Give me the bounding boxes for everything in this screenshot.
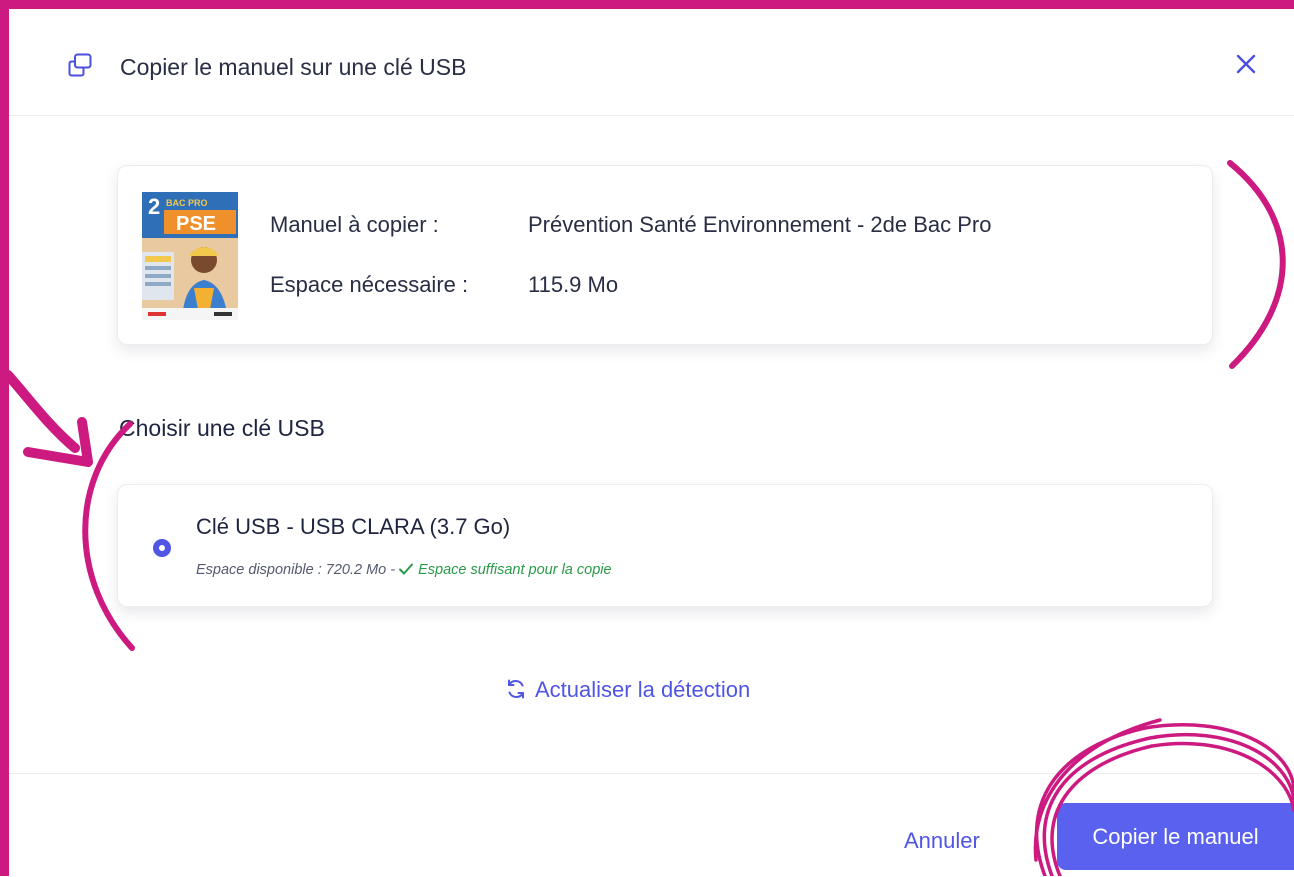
copy-to-usb-dialog: Copier le manuel sur une clé USB 2 BAC P… bbox=[9, 9, 1294, 876]
copy-manual-button[interactable]: Copier le manuel bbox=[1057, 803, 1294, 870]
cancel-button[interactable]: Annuler bbox=[904, 828, 980, 854]
refresh-icon bbox=[508, 679, 524, 699]
svg-text:2: 2 bbox=[148, 194, 160, 219]
check-icon bbox=[399, 563, 414, 575]
annotation-frame-top bbox=[0, 0, 1294, 9]
manual-info-card: 2 BAC PRO PSE Manuel à copier : Préventi… bbox=[117, 165, 1213, 345]
copy-window-icon bbox=[68, 53, 92, 77]
annotation-frame-left bbox=[0, 0, 9, 876]
space-required-label: Espace nécessaire : bbox=[270, 272, 469, 297]
usb-space-status: Espace suffisant pour la copie bbox=[418, 562, 612, 578]
usb-available-space: Espace disponible : 720.2 Mo - bbox=[196, 562, 396, 578]
usb-device-option[interactable]: Clé USB - USB CLARA (3.7 Go) Espace disp… bbox=[117, 484, 1213, 607]
dialog-footer: Annuler Copier le manuel bbox=[9, 773, 1294, 877]
refresh-label: Actualiser la détection bbox=[535, 677, 751, 702]
manual-label: Manuel à copier : bbox=[270, 212, 439, 237]
choose-usb-heading: Choisir une clé USB bbox=[119, 415, 325, 441]
usb-radio-button[interactable] bbox=[153, 539, 171, 557]
dialog-header: Copier le manuel sur une clé USB bbox=[9, 9, 1294, 116]
book-cover-image: 2 BAC PRO PSE bbox=[142, 192, 238, 320]
close-icon[interactable] bbox=[1232, 50, 1260, 78]
dialog-title: Copier le manuel sur une clé USB bbox=[120, 54, 467, 80]
refresh-detection-link[interactable]: Actualiser la détection bbox=[505, 677, 750, 703]
svg-text:PSE: PSE bbox=[176, 213, 216, 235]
manual-value: Prévention Santé Environnement - 2de Bac… bbox=[528, 212, 992, 237]
svg-text:BAC PRO: BAC PRO bbox=[166, 198, 208, 208]
usb-device-name: Clé USB - USB CLARA (3.7 Go) bbox=[196, 514, 511, 539]
usb-space-info: Espace disponible : 720.2 Mo - Espace suf… bbox=[196, 562, 612, 578]
space-required-value: 115.9 Mo bbox=[528, 272, 619, 297]
